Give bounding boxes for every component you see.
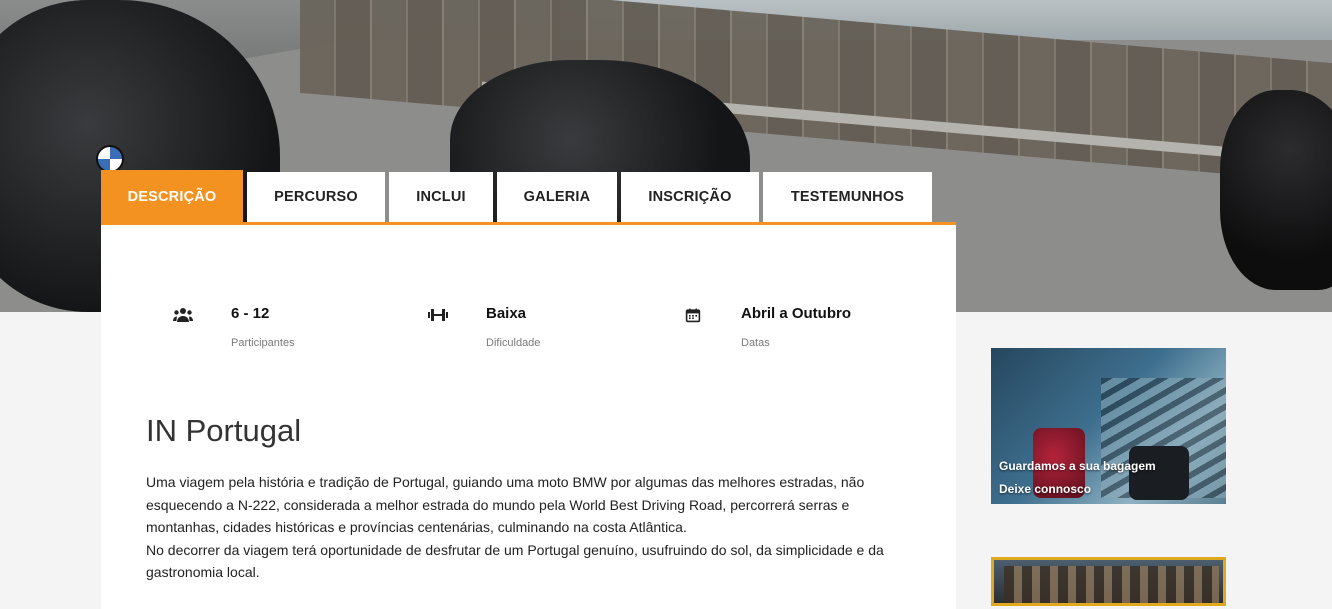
motorcycle-right (1220, 90, 1332, 290)
bmw-logo (96, 145, 124, 173)
tab-percurso[interactable]: PERCURSO (247, 172, 385, 222)
participants-label: Participantes (231, 337, 295, 349)
black-bag-image (1129, 446, 1189, 500)
description-paragraph-2: No decorrer da viagem terá oportunidade … (146, 541, 884, 581)
dates-value: Abril a Outubro (741, 305, 851, 322)
difficulty-label: Dificuldade (486, 337, 541, 349)
tab-testemunhos[interactable]: TESTEMUNHOS (763, 172, 932, 222)
promo-title: Guardamos a sua bagagem (999, 459, 1156, 473)
tab-galeria[interactable]: GALERIA (497, 172, 617, 222)
page-title: IN Portugal (146, 413, 302, 448)
users-icon (173, 308, 193, 322)
description-paragraph-1: Uma viagem pela história e tradição de P… (146, 474, 865, 535)
participants-value: 6 - 12 (231, 305, 270, 322)
roman-temple-image (1004, 566, 1219, 603)
tab-inscricao[interactable]: INSCRIÇÃO (621, 172, 759, 222)
difficulty-value: Baixa (486, 305, 527, 322)
dates-label: Datas (741, 337, 770, 349)
temple-promo-card[interactable] (991, 557, 1226, 606)
luggage-promo-card[interactable]: Guardamos a sua bagagem Deixe connosco (991, 348, 1226, 504)
tab-descricao[interactable]: DESCRIÇÃO (101, 170, 243, 224)
promo-subtitle: Deixe connosco (999, 482, 1092, 496)
tab-inclui[interactable]: INCLUI (389, 172, 493, 222)
calendar-icon (685, 308, 701, 323)
main-content-card: 6 - 12 Participantes Baixa Dificuldade A… (101, 222, 956, 609)
trip-description: Uma viagem pela história e tradição de P… (146, 471, 906, 584)
dumbbell-icon (428, 309, 448, 321)
tab-bar: DESCRIÇÃO PERCURSO INCLUI GALERIA INSCRI… (101, 170, 932, 224)
